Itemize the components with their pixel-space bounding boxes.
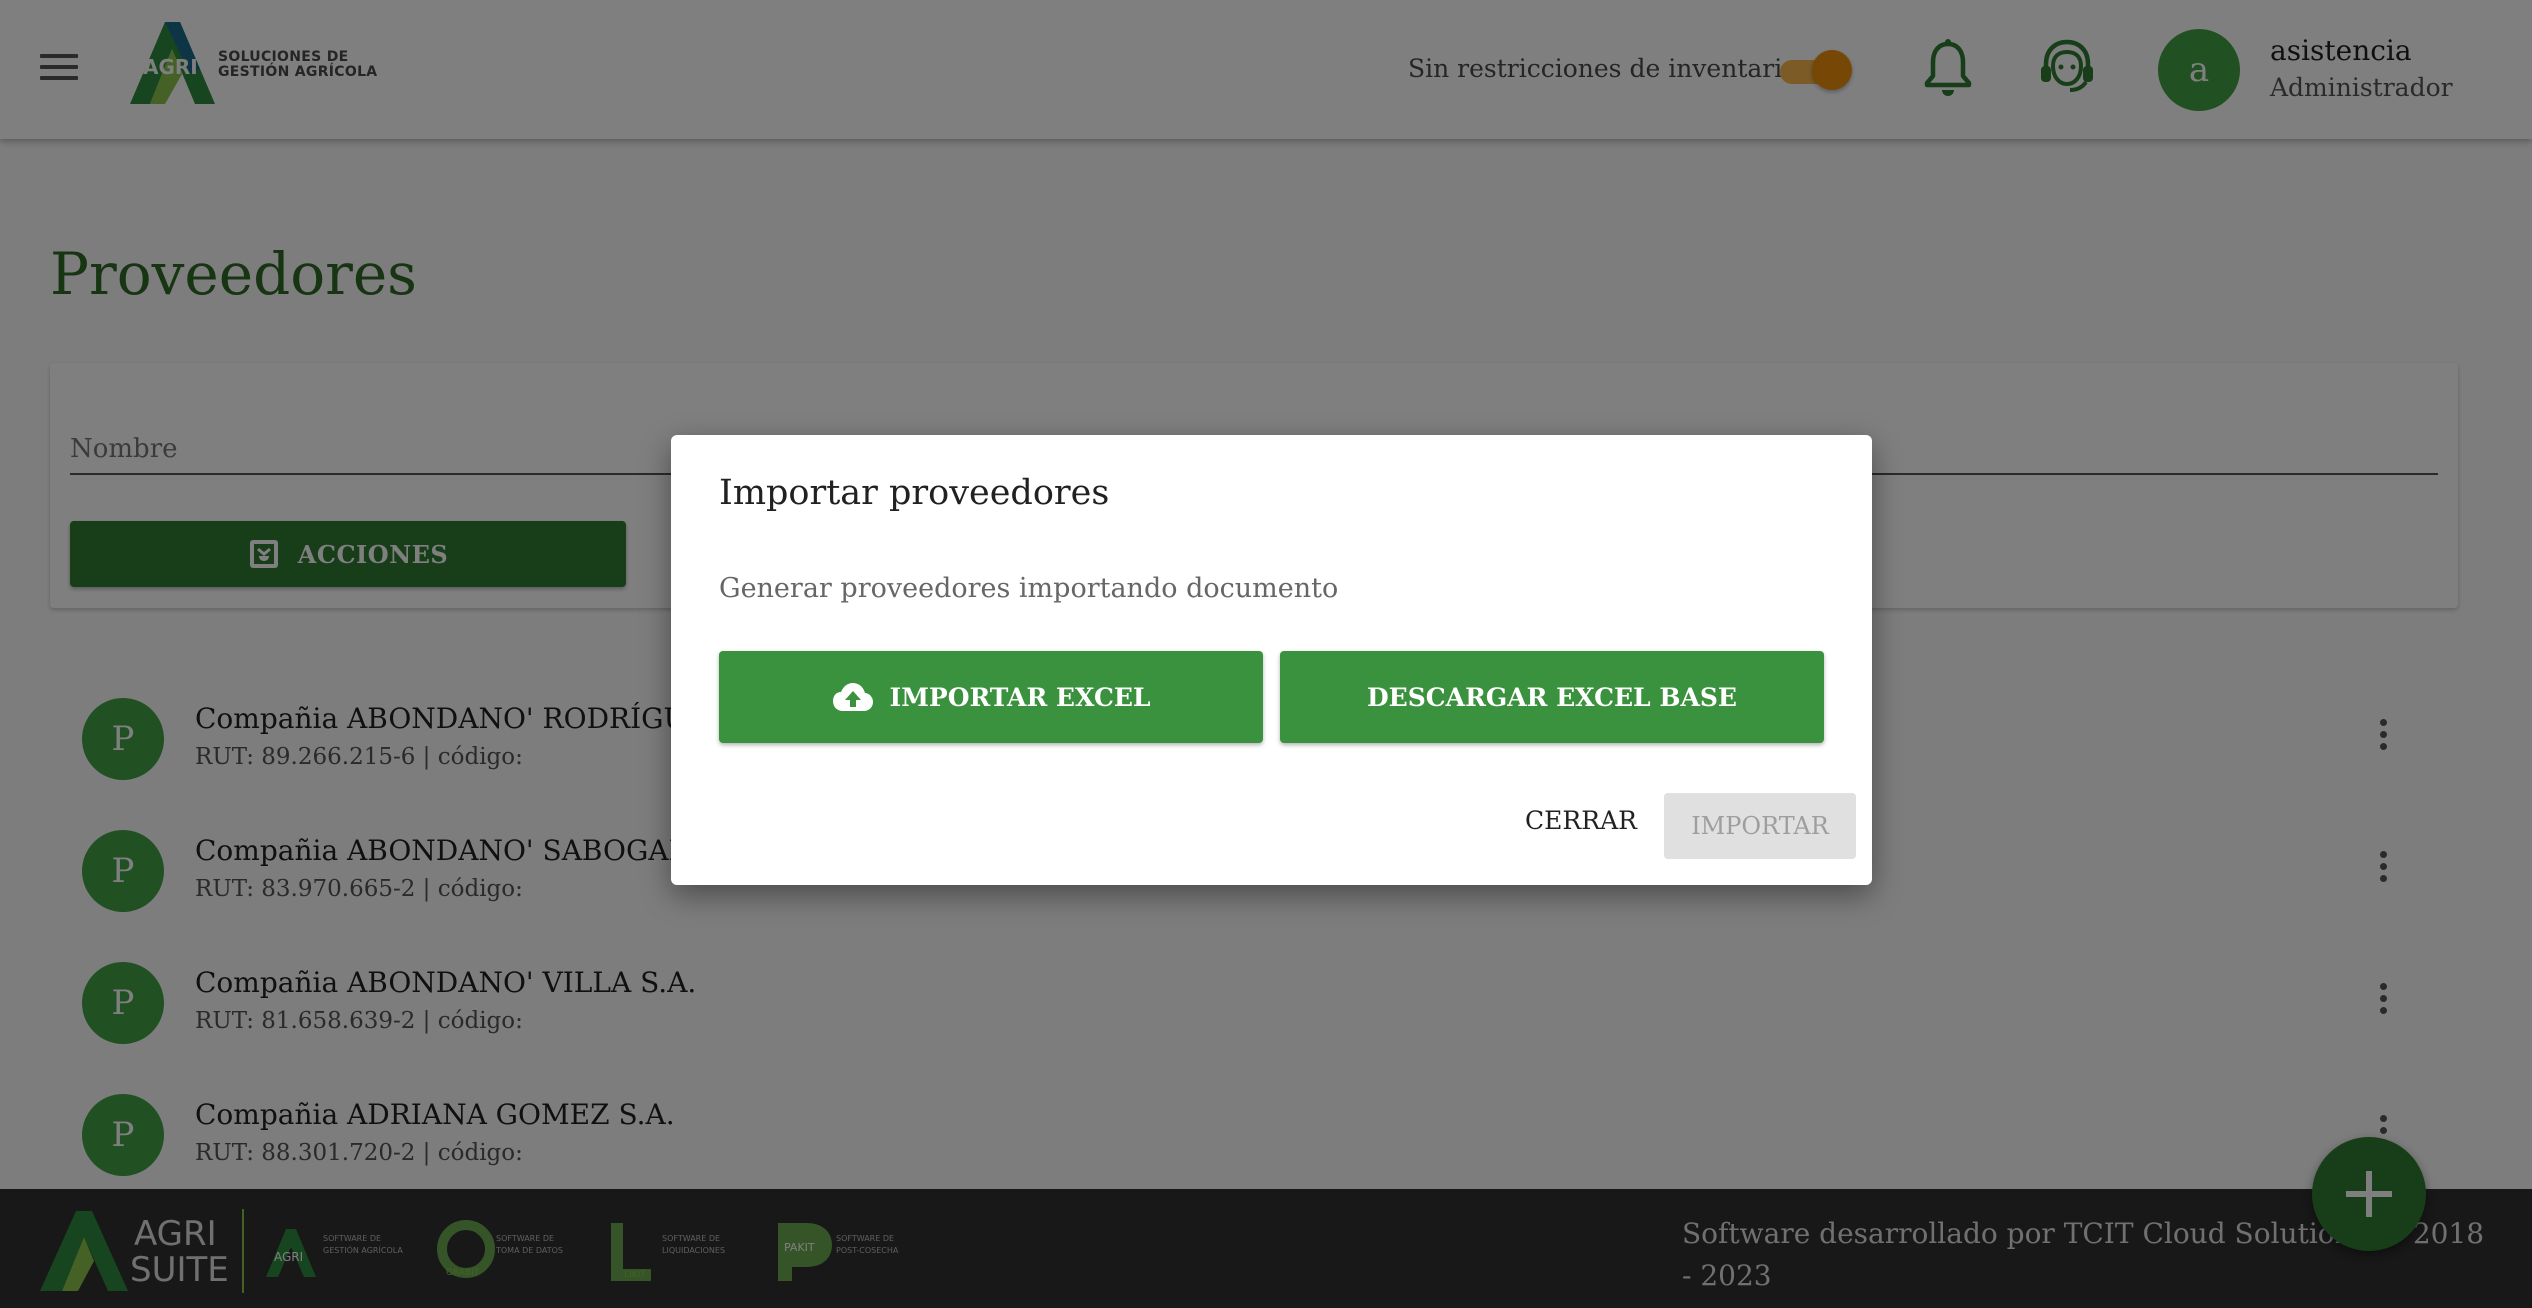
import-excel-label: IMPORTAR EXCEL: [889, 682, 1151, 712]
download-base-excel-label: DESCARGAR EXCEL BASE: [1367, 682, 1737, 712]
dialog-description: Generar proveedores importando documento: [719, 573, 1339, 604]
import-button[interactable]: IMPORTAR: [1664, 793, 1856, 859]
close-button[interactable]: CERRAR: [1516, 793, 1646, 849]
import-excel-button[interactable]: IMPORTAR EXCEL: [719, 651, 1263, 743]
download-base-excel-button[interactable]: DESCARGAR EXCEL BASE: [1280, 651, 1824, 743]
import-suppliers-dialog: Importar proveedores Generar proveedores…: [671, 435, 1872, 885]
dialog-title: Importar proveedores: [719, 473, 1110, 513]
cloud-upload-icon: [832, 683, 873, 711]
